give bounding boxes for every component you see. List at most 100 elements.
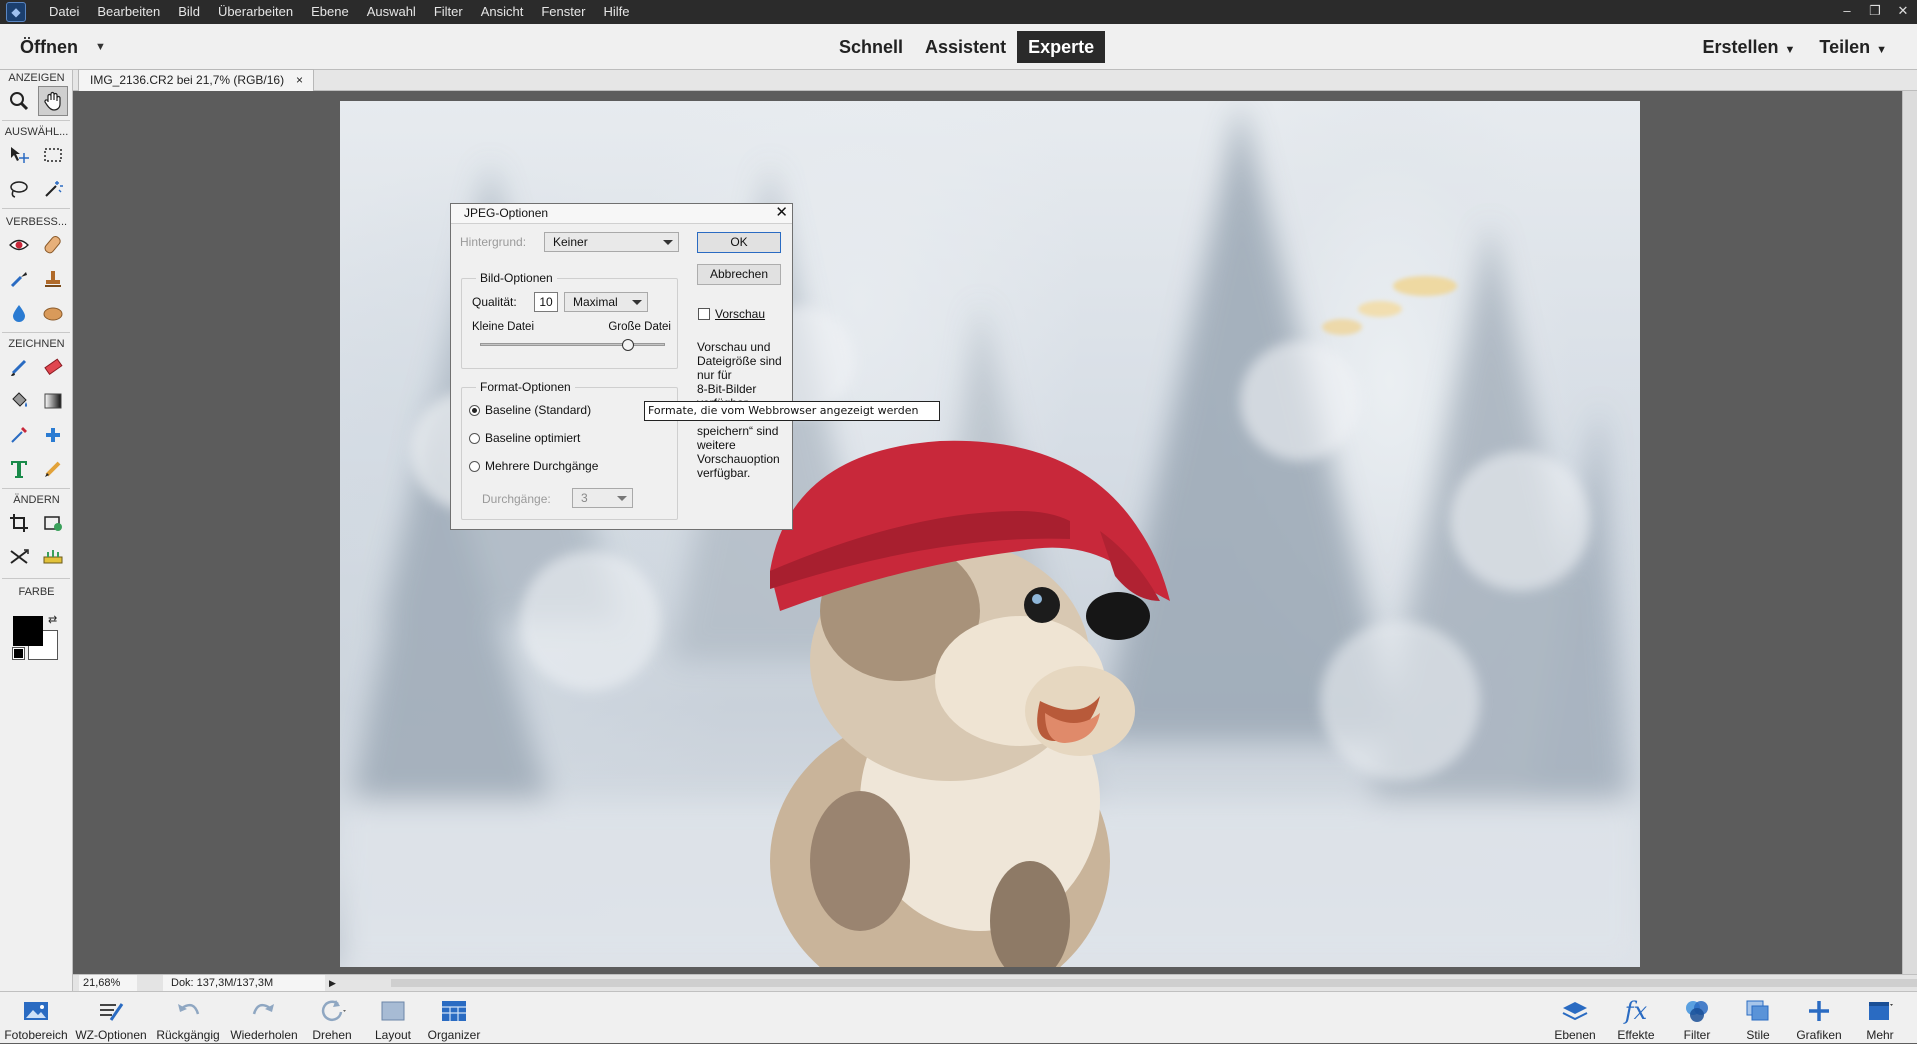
restore-icon[interactable]: ❐ — [1861, 0, 1889, 24]
red-eye-tool-icon[interactable] — [4, 230, 34, 260]
tab-assistent[interactable]: Assistent — [914, 31, 1017, 63]
lasso-tool-icon[interactable] — [4, 174, 34, 204]
document-tab[interactable]: IMG_2136.CR2 bei 21,7% (RGB/16) × — [78, 69, 314, 91]
more-button[interactable]: Mehr — [1844, 992, 1916, 1044]
tooltip: Formate, die vom Webbrowser angezeigt we… — [644, 401, 940, 421]
text-tool-icon[interactable] — [4, 454, 34, 484]
menu-ansicht[interactable]: Ansicht — [472, 0, 533, 24]
close-icon[interactable]: × — [296, 70, 303, 91]
layout-icon — [381, 1001, 405, 1021]
eyedropper-tool-icon[interactable] — [4, 420, 34, 450]
open-button[interactable]: Öffnen — [20, 24, 78, 70]
background-select[interactable]: Keiner — [544, 232, 679, 252]
create-menu[interactable]: Erstellen ▼ — [1690, 24, 1807, 73]
move-tool-icon[interactable] — [4, 140, 34, 170]
quality-preset-select[interactable]: Maximal — [564, 292, 648, 312]
menu-hilfe[interactable]: Hilfe — [594, 0, 638, 24]
radio-progressive[interactable] — [469, 461, 480, 472]
redo-icon — [252, 1003, 274, 1015]
sponge-tool-icon[interactable] — [38, 298, 68, 328]
menu-ueberarbeiten[interactable]: Überarbeiten — [209, 0, 302, 24]
photo-bin-label: Fotobereich — [4, 1028, 68, 1042]
share-menu[interactable]: Teilen ▼ — [1807, 24, 1899, 73]
tool-options-button[interactable]: WZ-Optionen — [75, 992, 147, 1044]
crop-tool-icon[interactable] — [4, 508, 34, 538]
menu-bild[interactable]: Bild — [169, 0, 209, 24]
more-label: Mehr — [1866, 1028, 1894, 1042]
note-line: verfügbar. — [697, 466, 751, 480]
quality-slider-track[interactable] — [480, 343, 665, 346]
quality-slider-thumb[interactable] — [622, 339, 634, 351]
smart-brush-tool-icon[interactable] — [4, 264, 34, 294]
tab-schnell[interactable]: Schnell — [828, 31, 914, 63]
background-select-value: Keiner — [553, 235, 588, 249]
dialog-titlebar[interactable]: JPEG-Optionen ✕ — [451, 204, 792, 224]
menu-items: Datei Bearbeiten Bild Überarbeiten Ebene… — [40, 0, 638, 24]
app-logo-icon[interactable]: ◆ — [6, 2, 26, 22]
redo-button[interactable]: Wiederholen — [228, 992, 300, 1044]
chevron-down-icon: ▼ — [1876, 44, 1887, 56]
cancel-button[interactable]: Abbrechen — [697, 264, 781, 285]
background-label: Hintergrund: — [460, 235, 527, 249]
close-window-icon[interactable]: ✕ — [1889, 0, 1917, 24]
undo-label: Rückgängig — [156, 1028, 220, 1042]
small-file-label: Kleine Datei — [472, 321, 535, 333]
chevron-down-icon[interactable]: ▼ — [95, 24, 106, 70]
marquee-tool-icon[interactable] — [38, 140, 68, 170]
passes-select-value: 3 — [581, 491, 588, 505]
radio-baseline-standard[interactable] — [469, 405, 480, 416]
dialog-title: JPEG-Optionen — [464, 206, 549, 220]
right-menus: Erstellen ▼ Teilen ▼ — [1690, 24, 1899, 73]
menu-bearbeiten[interactable]: Bearbeiten — [88, 0, 169, 24]
blur-tool-icon[interactable] — [4, 298, 34, 328]
chevron-right-icon[interactable]: ▶ — [329, 975, 336, 991]
menu-datei[interactable]: Datei — [40, 0, 88, 24]
minimize-icon[interactable]: – — [1833, 0, 1861, 24]
note-line: speichern“ sind — [697, 424, 779, 438]
chevron-down-icon: ▼ — [1784, 44, 1796, 56]
straighten-tool-icon[interactable] — [38, 542, 68, 572]
undo-icon — [178, 1003, 200, 1015]
eraser-tool-icon[interactable] — [38, 352, 68, 382]
magic-wand-tool-icon[interactable] — [38, 174, 68, 204]
fx-icon: fx — [1624, 997, 1648, 1025]
content-aware-move-tool-icon[interactable] — [4, 542, 34, 572]
chevron-down-icon — [632, 300, 642, 305]
swap-colors-icon[interactable]: ⇄ — [48, 613, 57, 626]
preview-checkbox[interactable] — [698, 308, 710, 320]
window-controls: – ❐ ✕ — [1833, 0, 1917, 24]
organizer-button[interactable]: Organizer — [418, 992, 490, 1044]
zoom-field[interactable]: 21,68% — [79, 975, 137, 991]
recompose-tool-icon[interactable] — [38, 508, 68, 538]
menu-auswahl[interactable]: Auswahl — [358, 0, 425, 24]
passes-select[interactable]: 3 — [572, 488, 633, 508]
clone-stamp-tool-icon[interactable] — [38, 264, 68, 294]
photo-bin-icon — [24, 1002, 48, 1020]
close-icon[interactable]: ✕ — [775, 204, 788, 222]
pencil-tool-icon[interactable] — [38, 454, 68, 484]
horizontal-scrollbar[interactable] — [391, 979, 1917, 987]
hand-tool-icon[interactable] — [38, 86, 68, 116]
tab-experte[interactable]: Experte — [1017, 31, 1106, 63]
menu-fenster[interactable]: Fenster — [532, 0, 594, 24]
gradient-tool-icon[interactable] — [38, 386, 68, 416]
brush-tool-icon[interactable] — [4, 352, 34, 382]
menu-ebene[interactable]: Ebene — [302, 0, 358, 24]
foreground-color-swatch[interactable] — [13, 616, 43, 646]
ok-button[interactable]: OK — [697, 232, 781, 253]
paint-bucket-tool-icon[interactable] — [4, 386, 34, 416]
photo-bin-button[interactable]: Fotobereich — [0, 992, 72, 1044]
menu-filter[interactable]: Filter — [425, 0, 472, 24]
custom-shape-tool-icon[interactable] — [38, 420, 68, 450]
default-colors-icon[interactable] — [12, 647, 25, 660]
chevron-down-icon — [663, 240, 673, 245]
undo-button[interactable]: Rückgängig — [152, 992, 224, 1044]
radio-baseline-optimized[interactable] — [469, 433, 480, 444]
tool-options-label: WZ-Optionen — [75, 1028, 147, 1042]
quality-input[interactable]: 10 — [534, 292, 558, 312]
zoom-tool-icon[interactable] — [4, 86, 34, 116]
vertical-scrollbar[interactable] — [1902, 91, 1917, 974]
spot-healing-tool-icon[interactable] — [38, 230, 68, 260]
quality-preset-value: Maximal — [573, 295, 618, 309]
toolbox: ANZEIGEN AUSWÄHL... VERBESS... ZEICHNEN — [0, 70, 73, 991]
